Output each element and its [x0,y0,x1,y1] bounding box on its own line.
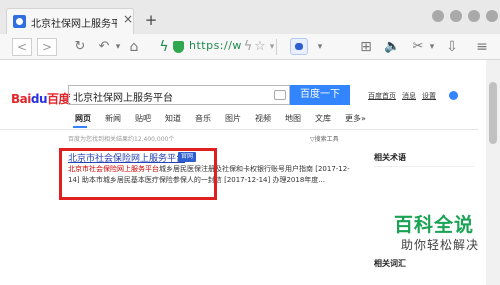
baidu-favicon-icon [13,15,26,28]
search-button[interactable]: 百度一下 [290,85,350,105]
settings-link[interactable]: 设置 [422,92,436,100]
lightning-icon[interactable]: ϟ [156,38,172,56]
search-tools-button[interactable]: ▽搜索工具 [310,134,339,143]
tab-tieba[interactable]: 贴吧 [135,113,151,124]
watermark-title: 百科全说 [394,214,475,236]
sidebar-heading-terms: 相关术语 [374,153,406,162]
tab-zhidao[interactable]: 知道 [165,113,181,124]
tab-more[interactable]: 更多» [345,113,366,124]
watermark-subtitle: 助你轻松解决 [401,238,480,252]
tab-close-icon[interactable]: × [123,12,133,26]
audio-icon[interactable]: 🔈 [384,38,400,56]
tab-news[interactable]: 新闻 [105,113,121,124]
new-tab-button[interactable]: + [140,11,162,31]
search-query: 北京社保网上服务平台 [73,93,173,104]
chevron-down-icon[interactable]: ▾ [110,38,126,56]
grid-icon[interactable]: ⊞ [358,38,374,56]
address-bar[interactable]: https://w [189,39,242,52]
minimize-icon[interactable] [450,10,462,22]
address-divider [276,39,277,55]
tab-maps[interactable]: 地图 [285,113,301,124]
tab-active[interactable]: 北京社保网上服务平台_... × [6,8,134,34]
home-link[interactable]: 百度首页 [368,92,396,100]
logo-text-bai: Bai [11,92,31,106]
top-links: 百度首页 消息 设置 [368,91,442,101]
baidu-logo[interactable]: Baidu百度 [11,90,71,107]
back-button[interactable]: < [12,38,32,56]
close-window-icon[interactable] [486,10,498,22]
active-tab-indicator [73,126,87,128]
download-icon[interactable]: ⇩ [444,38,460,56]
user-avatar-icon[interactable] [449,91,458,100]
maximize-icon[interactable] [468,10,480,22]
tab-title: 北京社保网上服务平台_... [31,19,117,30]
menu-icon[interactable]: ≡ [474,38,490,56]
browser-window: 北京社保网上服务平台_... × + < > ↻ ↶ ▾ ⌂ ϟ https:/… [0,0,500,285]
chevron-down-icon[interactable]: ▾ [424,38,440,56]
tab-music[interactable]: 音乐 [195,113,211,124]
red-annotation-box [59,148,217,200]
home-icon[interactable]: ⌂ [126,38,142,56]
forward-button[interactable]: > [37,38,57,56]
search-input[interactable]: 北京社保网上服务平台 [68,85,290,105]
camera-icon[interactable] [274,90,286,100]
tab-strip: 北京社保网上服务平台_... × + [0,0,500,34]
messages-link[interactable]: 消息 [402,92,416,100]
baidu-paw-icon[interactable] [290,38,308,55]
chevron-down-icon[interactable]: ▾ [312,38,328,56]
nav-divider [0,129,478,130]
security-shield-icon [173,41,184,53]
tab-video[interactable]: 视频 [255,113,271,124]
logo-text-du: du [30,92,48,106]
sidebar-divider [374,166,474,167]
toolbar: < > ↻ ↶ ▾ ⌂ ϟ https://w ϟ ☆ ▾ ▾ ⊞ 🔈 ✂ ▾ … [0,34,500,60]
vertical-scrollbar[interactable] [486,60,500,285]
tab-wenku[interactable]: 文库 [315,113,331,124]
scrollbar-thumb[interactable] [489,82,497,144]
result-stats: 百度为您找到相关结果约12,400,000个 [68,136,175,143]
tab-web[interactable]: 网页 [75,113,91,124]
chevron-down-icon[interactable]: ▾ [264,38,280,56]
watermark-logo: 百科全说 助你轻松解决 [390,210,486,270]
logo-text-cn: 百度 [47,92,71,106]
tab-images[interactable]: 图片 [225,113,241,124]
search-nav-tabs: 网页 新闻 贴吧 知道 音乐 图片 视频 地图 文库 更多» [75,113,380,124]
skin-icon[interactable] [432,10,444,22]
reload-icon[interactable]: ↻ [72,38,88,56]
